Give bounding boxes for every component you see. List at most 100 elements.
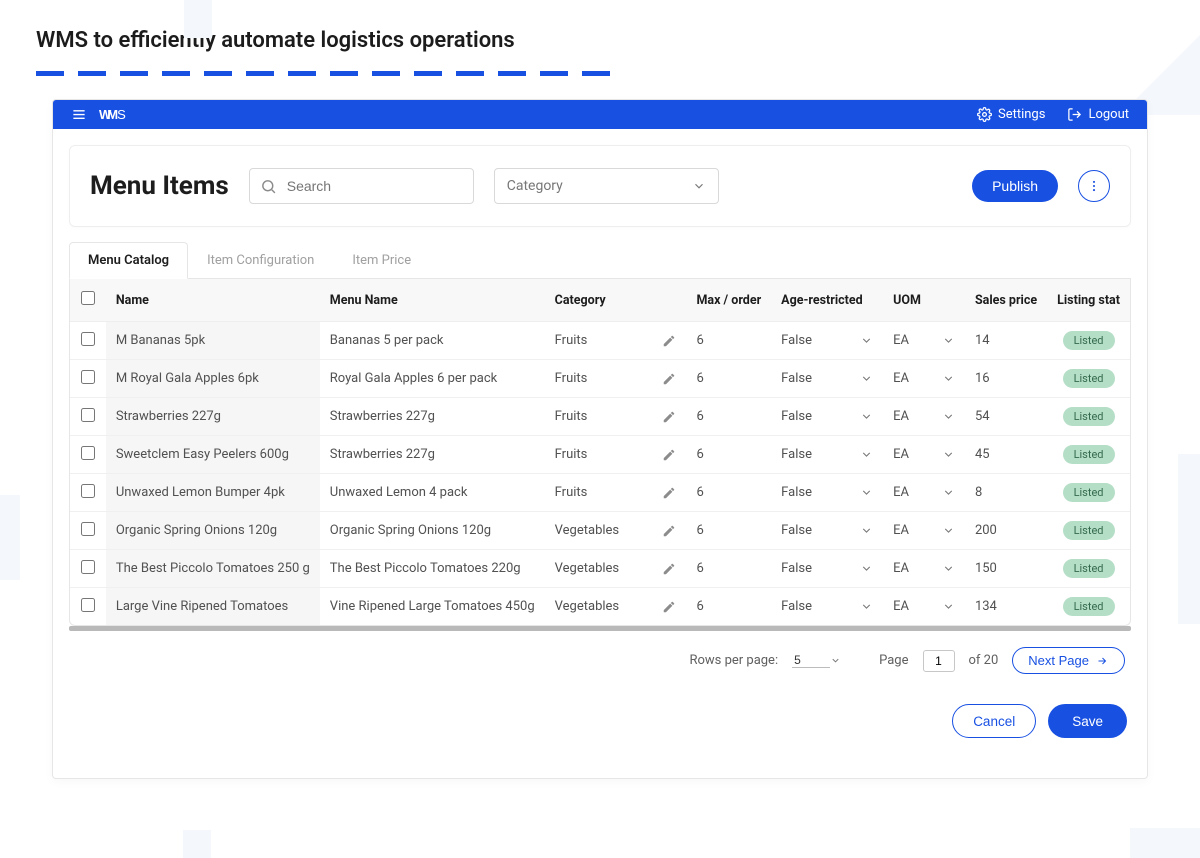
cell-category: Fruits bbox=[545, 436, 653, 474]
edit-icon[interactable] bbox=[652, 512, 686, 550]
search-box[interactable] bbox=[249, 168, 474, 204]
cell-uom: EA bbox=[883, 360, 932, 398]
tab-item-price[interactable]: Item Price bbox=[333, 242, 430, 279]
cell-max: 6 bbox=[686, 436, 771, 474]
age-chevron-icon[interactable] bbox=[850, 512, 883, 550]
row-checkbox[interactable] bbox=[81, 370, 95, 384]
more-actions-button[interactable] bbox=[1078, 170, 1110, 202]
row-checkbox[interactable] bbox=[81, 446, 95, 460]
age-chevron-icon[interactable] bbox=[850, 360, 883, 398]
table-row: M Bananas 5pkBananas 5 per packFruits6Fa… bbox=[70, 322, 1130, 360]
age-chevron-icon[interactable] bbox=[850, 474, 883, 512]
cell-category: Vegetables bbox=[545, 550, 653, 588]
col-category: Category bbox=[545, 279, 653, 322]
age-chevron-icon[interactable] bbox=[850, 588, 883, 626]
uom-chevron-icon[interactable] bbox=[932, 512, 965, 550]
edit-icon[interactable] bbox=[652, 322, 686, 360]
status-badge: Listed bbox=[1063, 483, 1115, 502]
cell-name: Unwaxed Lemon Bumper 4pk bbox=[106, 474, 320, 512]
tab-item-configuration[interactable]: Item Configuration bbox=[188, 242, 333, 279]
tab-menu-catalog[interactable]: Menu Catalog bbox=[69, 242, 188, 279]
uom-chevron-icon[interactable] bbox=[932, 474, 965, 512]
publish-button[interactable]: Publish bbox=[972, 170, 1058, 202]
cancel-button[interactable]: Cancel bbox=[952, 704, 1036, 738]
bg-decor bbox=[0, 495, 20, 580]
hamburger-icon[interactable] bbox=[71, 107, 87, 122]
cell-uom: EA bbox=[883, 398, 932, 436]
row-checkbox[interactable] bbox=[81, 522, 95, 536]
settings-link[interactable]: Settings bbox=[977, 107, 1045, 122]
bg-decor bbox=[183, 830, 211, 858]
age-chevron-icon[interactable] bbox=[850, 550, 883, 588]
select-all-checkbox[interactable] bbox=[81, 291, 95, 305]
cell-uom: EA bbox=[883, 322, 932, 360]
row-checkbox[interactable] bbox=[81, 598, 95, 612]
row-checkbox[interactable] bbox=[81, 408, 95, 422]
cell-max: 6 bbox=[686, 322, 771, 360]
table-row: The Best Piccolo Tomatoes 250 gThe Best … bbox=[70, 550, 1130, 588]
table-row: M Royal Gala Apples 6pkRoyal Gala Apples… bbox=[70, 360, 1130, 398]
edit-icon[interactable] bbox=[652, 360, 686, 398]
status-badge: Listed bbox=[1063, 445, 1115, 464]
age-chevron-icon[interactable] bbox=[850, 436, 883, 474]
cell-menu-name: Strawberries 227g bbox=[320, 398, 545, 436]
table-row: Large Vine Ripened TomatoesVine Ripened … bbox=[70, 588, 1130, 626]
edit-icon[interactable] bbox=[652, 398, 686, 436]
rows-per-page-label: Rows per page: bbox=[689, 653, 778, 668]
cell-name: Large Vine Ripened Tomatoes bbox=[106, 588, 320, 626]
uom-chevron-icon[interactable] bbox=[932, 360, 965, 398]
chevron-down-icon bbox=[692, 179, 706, 193]
page-input[interactable] bbox=[923, 650, 955, 672]
edit-icon[interactable] bbox=[652, 588, 686, 626]
cell-name: Strawberries 227g bbox=[106, 398, 320, 436]
next-page-label: Next Page bbox=[1028, 653, 1089, 668]
cell-max: 6 bbox=[686, 550, 771, 588]
cell-uom: EA bbox=[883, 436, 932, 474]
col-menu: Menu Name bbox=[320, 279, 545, 322]
table-row: Organic Spring Onions 120gOrganic Spring… bbox=[70, 512, 1130, 550]
row-checkbox[interactable] bbox=[81, 560, 95, 574]
kebab-icon bbox=[1087, 179, 1101, 193]
gear-icon bbox=[977, 107, 992, 122]
category-select[interactable]: Category bbox=[494, 168, 719, 204]
status-badge: Listed bbox=[1063, 331, 1115, 350]
cell-max: 6 bbox=[686, 360, 771, 398]
cell-age: False bbox=[771, 360, 850, 398]
uom-chevron-icon[interactable] bbox=[932, 398, 965, 436]
age-chevron-icon[interactable] bbox=[850, 398, 883, 436]
row-checkbox[interactable] bbox=[81, 332, 95, 346]
cell-menu-name: Royal Gala Apples 6 per pack bbox=[320, 360, 545, 398]
bg-decor bbox=[1130, 828, 1200, 858]
row-checkbox[interactable] bbox=[81, 484, 95, 498]
col-status: Listing stat bbox=[1047, 279, 1130, 322]
uom-chevron-icon[interactable] bbox=[932, 550, 965, 588]
caption-underline bbox=[36, 71, 616, 76]
rows-per-page-select[interactable] bbox=[792, 653, 830, 668]
footer-actions: Cancel Save bbox=[53, 690, 1147, 738]
cell-price: 54 bbox=[965, 398, 1047, 436]
uom-chevron-icon[interactable] bbox=[932, 322, 965, 360]
cell-age: False bbox=[771, 322, 850, 360]
edit-icon[interactable] bbox=[652, 436, 686, 474]
search-input[interactable] bbox=[287, 178, 463, 194]
settings-label: Settings bbox=[998, 107, 1045, 122]
save-button[interactable]: Save bbox=[1048, 704, 1127, 738]
edit-icon[interactable] bbox=[652, 550, 686, 588]
edit-icon[interactable] bbox=[652, 474, 686, 512]
cell-name: M Royal Gala Apples 6pk bbox=[106, 360, 320, 398]
page-label: Page bbox=[879, 653, 908, 668]
next-page-button[interactable]: Next Page bbox=[1012, 647, 1125, 674]
cell-menu-name: Strawberries 227g bbox=[320, 436, 545, 474]
table-row: Unwaxed Lemon Bumper 4pkUnwaxed Lemon 4 … bbox=[70, 474, 1130, 512]
status-badge: Listed bbox=[1063, 521, 1115, 540]
search-icon bbox=[260, 178, 277, 195]
cell-age: False bbox=[771, 436, 850, 474]
logout-link[interactable]: Logout bbox=[1067, 107, 1129, 122]
status-badge: Listed bbox=[1063, 597, 1115, 616]
uom-chevron-icon[interactable] bbox=[932, 436, 965, 474]
uom-chevron-icon[interactable] bbox=[932, 588, 965, 626]
age-chevron-icon[interactable] bbox=[850, 322, 883, 360]
cell-name: M Bananas 5pk bbox=[106, 322, 320, 360]
table-row: Strawberries 227gStrawberries 227gFruits… bbox=[70, 398, 1130, 436]
page-title: Menu Items bbox=[90, 171, 229, 201]
